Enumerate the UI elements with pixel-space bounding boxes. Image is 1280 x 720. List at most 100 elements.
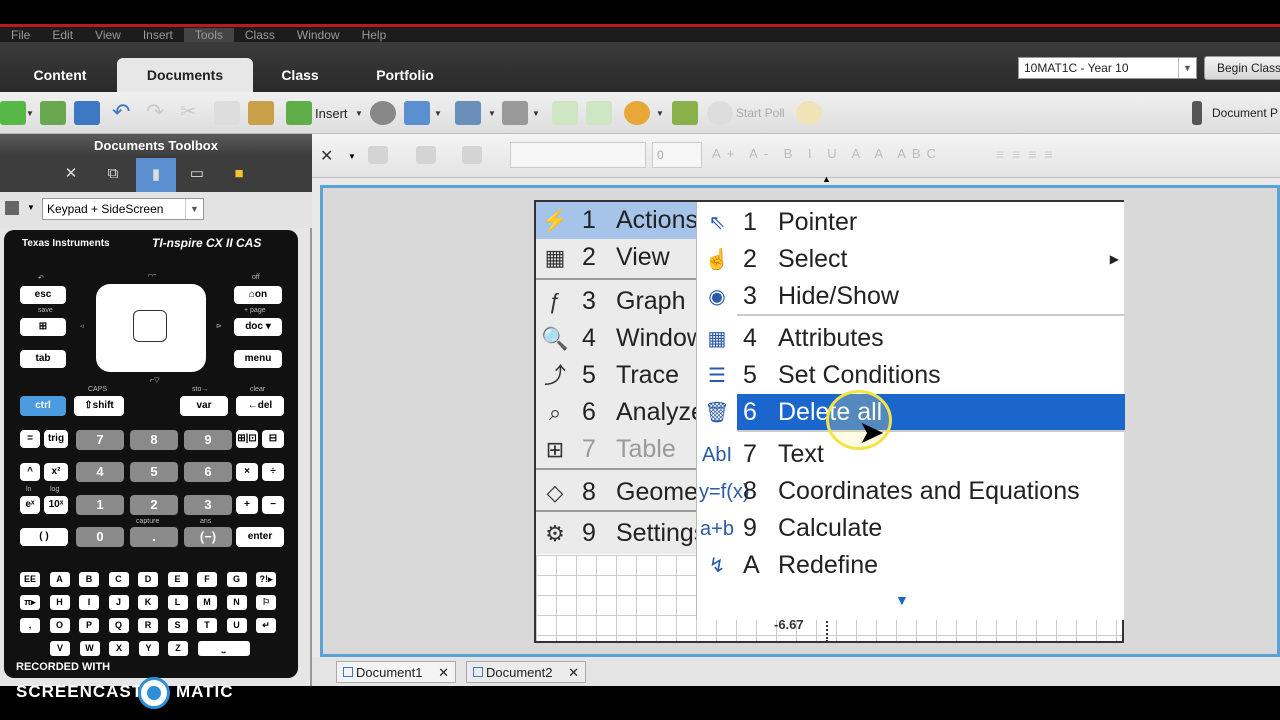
- main-menu-item-actions[interactable]: ⚡ 1 Actions: [536, 202, 698, 239]
- page-sorter-icon[interactable]: ⧉: [102, 164, 124, 184]
- document2-tab[interactable]: Document2 ✕: [466, 661, 586, 683]
- alpha-key[interactable]: P: [79, 618, 99, 633]
- submenu-item-coordinates-and-equations[interactable]: y=f(x) 8 Coordinates and Equations: [697, 473, 1125, 510]
- submenu-item-calculate[interactable]: a+b 9 Calculate: [697, 510, 1125, 547]
- document-properties-icon[interactable]: [1192, 101, 1202, 125]
- exp-key[interactable]: eˣ: [20, 496, 40, 514]
- template-key[interactable]: ⊞|⊡: [236, 430, 258, 448]
- chevron-down-icon[interactable]: ▼: [355, 109, 363, 118]
- collapse-arrow-icon[interactable]: ▲: [822, 174, 831, 184]
- chevron-down-icon[interactable]: ▼: [26, 109, 34, 118]
- submenu-item-select[interactable]: ☝ 2 Select ▶: [697, 241, 1125, 278]
- submenu-item-set-conditions[interactable]: ☰ 5 Set Conditions: [697, 357, 1125, 394]
- alpha-key[interactable]: L: [167, 595, 188, 610]
- insert-icon[interactable]: [286, 101, 312, 125]
- tab-key[interactable]: tab: [20, 350, 66, 368]
- divide-key[interactable]: ÷: [262, 463, 284, 481]
- main-menu-item-table[interactable]: ⊞ 7 Table: [536, 431, 696, 468]
- settings-icon[interactable]: [502, 101, 528, 125]
- save-icon[interactable]: [74, 101, 100, 125]
- on-key[interactable]: ⌂on: [234, 286, 282, 304]
- alpha-key[interactable]: D: [138, 572, 158, 587]
- menu-key[interactable]: menu: [234, 350, 282, 368]
- main-menu-item-window[interactable]: 🔍 4 Window: [536, 320, 705, 357]
- open-icon[interactable]: [40, 101, 66, 125]
- tab-documents[interactable]: Documents: [117, 58, 253, 92]
- key-1[interactable]: 1: [76, 495, 124, 515]
- submenu-item-pointer[interactable]: ⇖ 1 Pointer: [697, 204, 1125, 241]
- multiply-key[interactable]: ×: [236, 463, 258, 481]
- plus-key[interactable]: +: [236, 496, 258, 514]
- alpha-key[interactable]: ⚐: [256, 595, 276, 610]
- alpha-key[interactable]: I: [79, 595, 99, 610]
- alpha-key[interactable]: Z: [168, 641, 188, 656]
- chevron-down-icon[interactable]: ▼: [656, 109, 664, 118]
- alpha-key[interactable]: M: [197, 595, 217, 610]
- main-menu-item-trace[interactable]: ⤴ 5 Trace: [536, 357, 696, 394]
- touchpad-center[interactable]: [133, 310, 167, 342]
- minus-key[interactable]: −: [262, 496, 284, 514]
- submenu-item-hide-show[interactable]: ◉ 3 Hide/Show: [697, 278, 1125, 315]
- enter-key[interactable]: enter: [236, 527, 284, 547]
- parentheses-key[interactable]: ( ): [20, 528, 68, 546]
- key-8[interactable]: 8: [130, 430, 178, 450]
- content-explorer-icon[interactable]: ▭: [186, 164, 208, 184]
- insert-label[interactable]: Insert: [315, 106, 348, 121]
- decimal-key[interactable]: .: [130, 527, 178, 547]
- chevron-down-icon[interactable]: ▼: [27, 203, 35, 212]
- menu-insert[interactable]: Insert: [132, 28, 184, 42]
- square-key[interactable]: x²: [44, 463, 68, 481]
- alpha-key[interactable]: E: [167, 572, 188, 587]
- key-2[interactable]: 2: [130, 495, 178, 515]
- alpha-key[interactable]: J: [108, 595, 129, 610]
- paste-icon[interactable]: [248, 101, 274, 125]
- new-document-icon[interactable]: [0, 101, 26, 125]
- alpha-key[interactable]: ?!▸: [256, 572, 276, 587]
- alpha-key[interactable]: Q: [108, 618, 129, 633]
- key-7[interactable]: 7: [76, 430, 124, 450]
- menu-file[interactable]: File: [0, 28, 41, 42]
- alpha-key[interactable]: V: [50, 641, 70, 656]
- close-icon[interactable]: ✕: [438, 662, 449, 684]
- alpha-key[interactable]: B: [79, 572, 99, 587]
- doc-key[interactable]: doc ▾: [234, 318, 282, 336]
- main-menu-item-settings[interactable]: ⚙ 9 Settings: [536, 515, 706, 552]
- catalog-key[interactable]: ⊟: [262, 430, 284, 448]
- submenu-item-delete-all[interactable]: 6 Delete all: [737, 394, 1125, 431]
- esc-key[interactable]: esc: [20, 286, 66, 304]
- alpha-key[interactable]: ,: [20, 618, 40, 633]
- class-select[interactable]: 10MAT1C - Year 10 ▼: [1018, 57, 1197, 79]
- alpha-key[interactable]: G: [226, 572, 247, 587]
- alpha-key[interactable]: ⎵: [197, 641, 250, 656]
- tab-portfolio[interactable]: Portfolio: [350, 58, 460, 92]
- alpha-key[interactable]: ↵: [256, 618, 276, 633]
- alpha-key[interactable]: K: [138, 595, 158, 610]
- menu-edit[interactable]: Edit: [41, 28, 84, 42]
- alpha-key[interactable]: C: [108, 572, 129, 587]
- alpha-key[interactable]: EE: [20, 572, 40, 587]
- menu-window[interactable]: Window: [286, 28, 351, 42]
- del-key[interactable]: ←del: [236, 396, 284, 416]
- chevron-down-icon[interactable]: ▼: [348, 152, 356, 161]
- student-icon[interactable]: [624, 101, 650, 125]
- submenu-item-attributes[interactable]: ▦ 4 Attributes: [697, 320, 1125, 357]
- submenu-item-redefine[interactable]: ↯ A Redefine: [697, 547, 1125, 584]
- negative-key[interactable]: (−): [184, 527, 232, 547]
- handheld-icon[interactable]: ▮: [136, 158, 176, 192]
- variables-icon[interactable]: [370, 101, 396, 125]
- tab-content[interactable]: Content: [10, 58, 110, 92]
- key-0[interactable]: 0: [76, 527, 124, 547]
- main-menu-item-geome[interactable]: ◇ 8 Geome: [536, 474, 698, 511]
- main-menu-item-view[interactable]: ▦ 2 View: [536, 239, 696, 276]
- alpha-key[interactable]: T: [197, 618, 217, 633]
- layout-icon[interactable]: [404, 101, 430, 125]
- tools-icon[interactable]: ✕: [60, 164, 82, 184]
- key-6[interactable]: 6: [184, 462, 232, 482]
- alpha-key[interactable]: Y: [138, 641, 159, 656]
- key-4[interactable]: 4: [76, 462, 124, 482]
- document1-tab[interactable]: Document1 ✕: [336, 661, 456, 683]
- main-menu-item-graph[interactable]: ƒ 3 Graph: [536, 283, 696, 320]
- key-5[interactable]: 5: [130, 462, 178, 482]
- chevron-down-icon[interactable]: ▼: [434, 109, 442, 118]
- chevron-down-icon[interactable]: ▼: [488, 109, 496, 118]
